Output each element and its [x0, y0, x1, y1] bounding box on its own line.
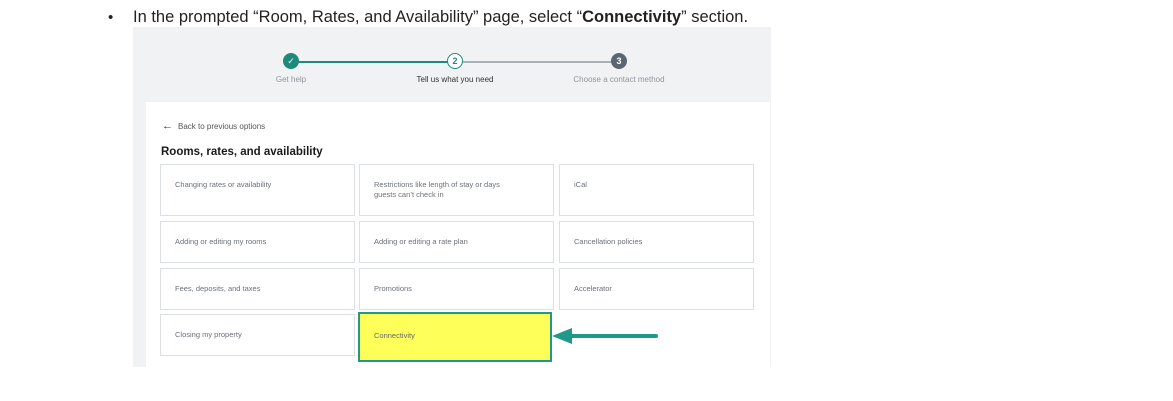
bullet: •	[108, 8, 114, 26]
step-connector-2	[462, 61, 612, 63]
option-closing-property[interactable]: Closing my property	[160, 314, 355, 356]
step-1-check-icon: ✓	[283, 53, 299, 69]
back-link[interactable]: ← Back to previous options	[162, 120, 265, 132]
instruction-bold: Connectivity	[582, 7, 682, 26]
option-promotions[interactable]: Promotions	[359, 268, 554, 310]
option-fees[interactable]: Fees, deposits, and taxes	[160, 268, 355, 310]
option-connectivity[interactable]: Connectivity	[358, 312, 552, 362]
option-restrictions[interactable]: Restrictions like length of stay or days…	[359, 164, 554, 216]
option-accelerator[interactable]: Accelerator	[559, 268, 754, 310]
step-connector-1	[298, 61, 448, 63]
pointer-arrow-icon	[552, 328, 658, 344]
step-1-label: Get help	[275, 75, 307, 84]
screenshot-frame: ✓ 2 3 Get help Tell us what you need Cho…	[133, 27, 771, 367]
option-ical[interactable]: iCal	[559, 164, 754, 216]
section-title: Rooms, rates, and availability	[161, 146, 323, 158]
step-2-circle: 2	[447, 53, 463, 69]
instruction-prefix: In the prompted “Room, Rates, and Availa…	[133, 7, 583, 26]
arrow-left-icon: ←	[162, 120, 173, 132]
progress-stepper: ✓ 2 3 Get help Tell us what you need Cho…	[133, 27, 771, 102]
back-label: Back to previous options	[178, 121, 266, 131]
step-3-circle: 3	[611, 53, 627, 69]
option-adding-rooms[interactable]: Adding or editing my rooms	[160, 221, 355, 263]
option-cancellation[interactable]: Cancellation policies	[559, 221, 754, 263]
instruction-text: • In the prompted “Room, Rates, and Avai…	[108, 6, 748, 28]
option-changing-rates[interactable]: Changing rates or availability	[160, 164, 355, 216]
option-rate-plan[interactable]: Adding or editing a rate plan	[359, 221, 554, 263]
instruction-suffix: ” section.	[681, 7, 749, 26]
options-panel: ← Back to previous options Rooms, rates,…	[146, 102, 770, 367]
step-2-label: Tell us what you need	[416, 75, 494, 84]
step-3-label: Choose a contact method	[573, 75, 665, 84]
